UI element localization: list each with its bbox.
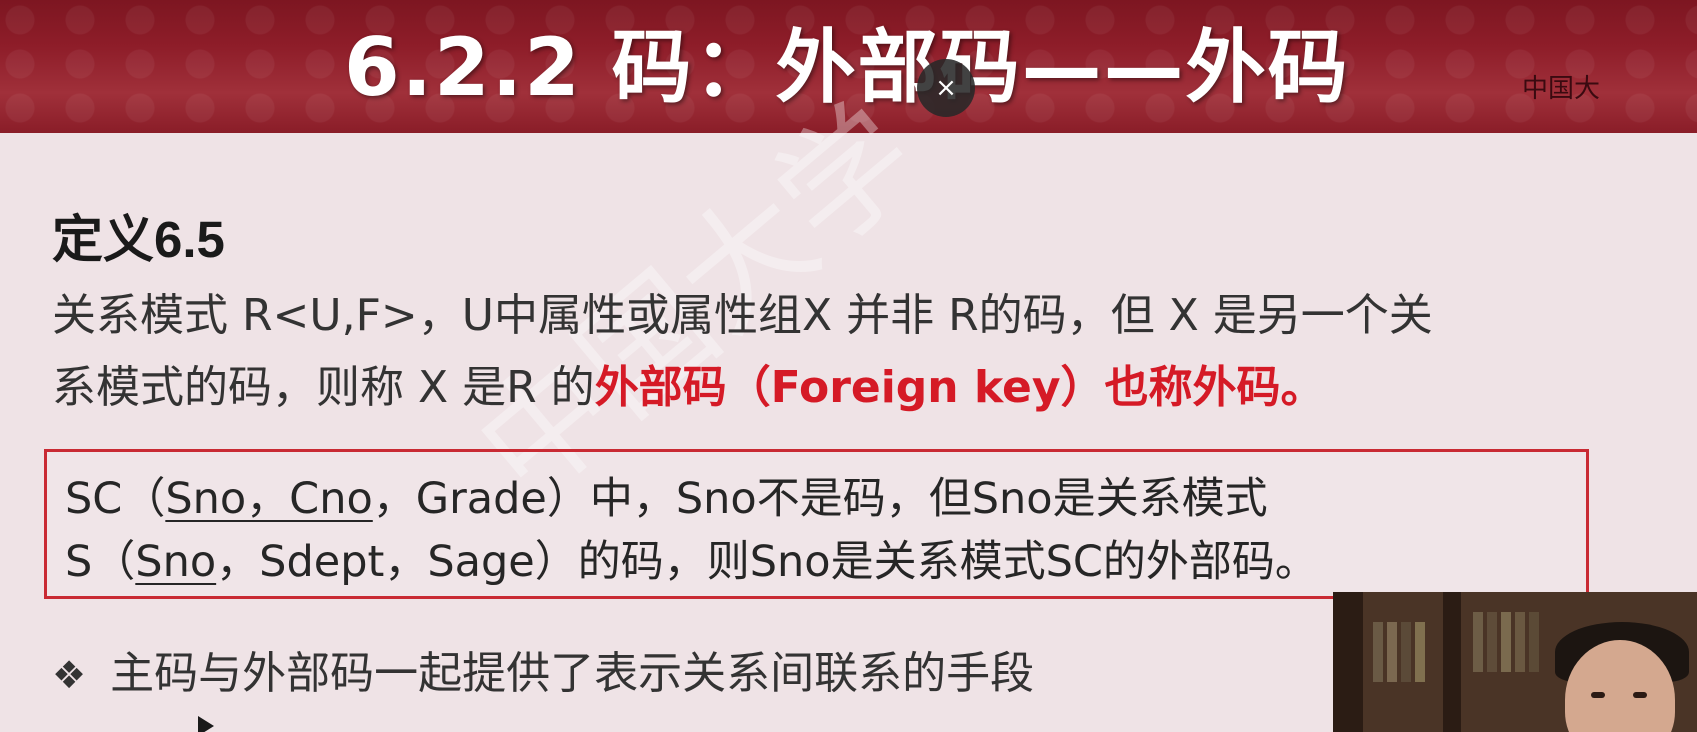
example-line-1: SC（Sno，Cno，Grade）中，Sno不是码，但Sno是关系模式 xyxy=(65,464,1268,526)
definition-line-1: 关系模式 R<U,F>，U中属性或属性组X 并非 R的码，但 X 是另一个关 xyxy=(52,290,1433,341)
close-icon[interactable]: × xyxy=(917,59,975,117)
bullet-diamond-icon: ❖ xyxy=(52,653,87,697)
book xyxy=(1473,612,1483,672)
example-line-2-prefix: S（ xyxy=(65,537,136,587)
definition-text: 关系模式 R<U,F>，U中属性或属性组X 并非 R的码，但 X 是另一个关 系… xyxy=(52,280,1692,424)
example-line-2: S（Sno，Sdept，Sage）的码，则Sno是关系模式SC的外部码。 xyxy=(65,527,1318,589)
book xyxy=(1529,612,1539,672)
instructor-eye xyxy=(1591,692,1605,698)
book xyxy=(1501,612,1511,672)
bullet-item: ❖ 主码与外部码一起提供了表示关系间联系的手段 xyxy=(52,637,1034,701)
book xyxy=(1401,622,1411,682)
instructor-video xyxy=(1333,592,1697,732)
bullet-text: 主码与外部码一起提供了表示关系间联系的手段 xyxy=(110,648,1035,699)
definition-highlight: 外部码（Foreign key）也称外码。 xyxy=(594,362,1325,413)
example-line-1-prefix: SC（ xyxy=(65,474,166,524)
university-logo-text: 中国大 xyxy=(1522,74,1601,104)
slide: 6.2.2 码：外部码——外码 中国大 中国大学 定义6.5 关系模式 R<U,… xyxy=(0,0,1697,732)
example-box: SC（Sno，Cno，Grade）中，Sno不是码，但Sno是关系模式 S（Sn… xyxy=(44,449,1589,599)
instructor-eye xyxy=(1633,692,1647,698)
definition-line-2: 系模式的码，则称 X 是R 的外部码（Foreign key）也称外码。 xyxy=(52,352,1692,424)
bookshelf-divider xyxy=(1443,592,1461,732)
book xyxy=(1515,612,1525,672)
primary-key-underline: Sno，Cno xyxy=(165,474,373,524)
pointer-arrow-icon xyxy=(198,716,214,732)
book xyxy=(1487,612,1497,672)
slide-title: 6.2.2 码：外部码——外码 xyxy=(344,21,1350,114)
definition-title: 定义6.5 xyxy=(52,211,225,268)
example-line-2-suffix: ，Sdept，Sage）的码，则Sno是关系模式SC的外部码。 xyxy=(216,537,1318,587)
slide-header: 6.2.2 码：外部码——外码 中国大 xyxy=(0,0,1697,133)
book xyxy=(1373,622,1383,682)
book xyxy=(1415,622,1425,682)
book xyxy=(1387,622,1397,682)
example-line-1-suffix: ，Grade）中，Sno不是码，但Sno是关系模式 xyxy=(372,474,1268,524)
definition-line-2-plain: 系模式的码，则称 X 是R 的 xyxy=(52,362,595,413)
primary-key-underline-2: Sno xyxy=(135,537,217,587)
bookshelf-left xyxy=(1333,592,1363,732)
